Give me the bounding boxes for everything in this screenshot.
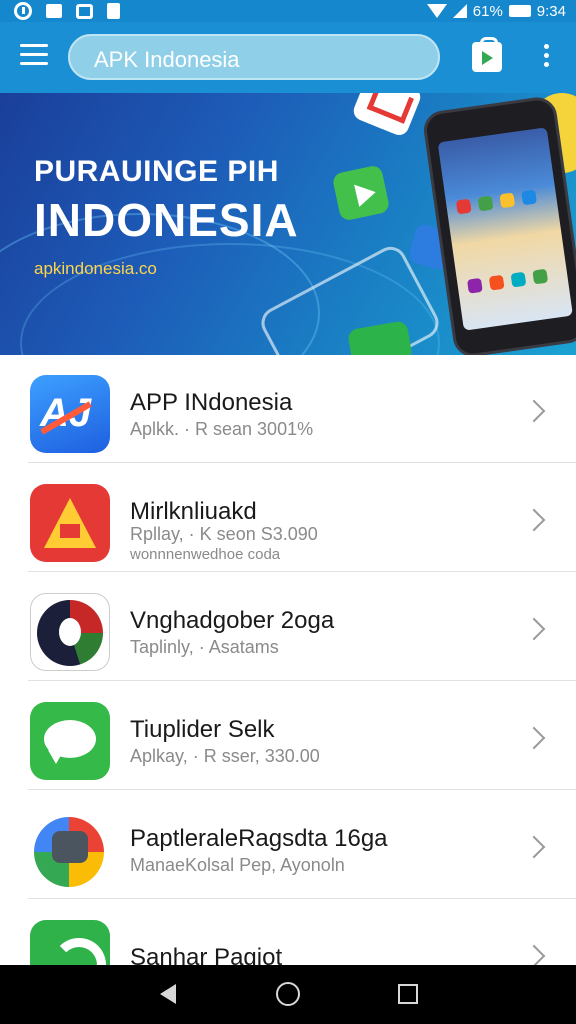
app-title: Vnghadgober 2oga <box>130 607 335 634</box>
phone-screen <box>437 127 573 331</box>
app-icon-green <box>30 920 110 965</box>
list-item[interactable]: PaptleraleRagsdta 16ga ManaeKolsal Pep, … <box>0 791 576 899</box>
phone-app-dot <box>455 198 472 215</box>
battery-percent: 61% <box>472 2 503 20</box>
floating-send-icon <box>331 164 391 222</box>
phone-app-dot <box>510 271 527 288</box>
divider <box>28 680 576 681</box>
signal-icon <box>452 4 467 18</box>
app-subtitle-secondary: wonnnenwedhoe coda <box>130 546 281 563</box>
banner-url: apkindonesia.co <box>34 259 157 278</box>
list-item[interactable]: Mirlknliuakd Rpllay, · K seon S3.090 won… <box>0 464 576 572</box>
status-bar: 61% 9:34 <box>0 0 576 22</box>
wifi-icon <box>426 4 447 18</box>
divider <box>28 898 576 899</box>
chevron-right-icon <box>522 835 546 859</box>
list-item[interactable]: Vnghadgober 2oga Taplinly, · Asatams <box>0 573 576 681</box>
clock-icon <box>14 2 32 20</box>
app-subtitle: Rpllay, · K seon S3.090 <box>130 524 318 544</box>
divider <box>28 789 576 790</box>
list-item[interactable]: Tiuplider Selk Aplkay, · R sser, 330.00 <box>0 682 576 790</box>
app-list: AJ APP INdonesia Aplkk. · R sean 3001% M… <box>0 355 576 965</box>
banner-title-line2: INDONESIA <box>34 194 299 246</box>
divider <box>28 571 576 572</box>
chevron-right-icon <box>522 944 546 965</box>
phone-app-dot <box>477 195 494 212</box>
square-icon <box>76 3 93 19</box>
app-subtitle: Taplinly, · Asatams <box>130 637 279 657</box>
banner-title-line1: PURAUINGE PIH <box>34 155 279 188</box>
list-item[interactable]: AJ APP INdonesia Aplkk. · R sean 3001% <box>0 355 576 463</box>
chevron-right-icon <box>522 617 546 641</box>
recents-icon[interactable] <box>398 984 418 1004</box>
search-text: APK Indonesia <box>94 47 240 72</box>
chevron-right-icon <box>522 399 546 423</box>
app-icon-camera <box>30 811 110 889</box>
play-store-icon[interactable] <box>472 37 502 72</box>
status-right: 61% 9:34 <box>426 0 566 22</box>
promo-banner[interactable]: PURAUINGE PIH INDONESIA apkindonesia.co <box>0 93 576 355</box>
search-bar[interactable]: APK Indonesia <box>68 34 440 80</box>
phone-app-dot <box>499 192 516 209</box>
grid-icon <box>46 4 62 18</box>
app-title: APP INdonesia <box>130 389 293 416</box>
menu-icon[interactable] <box>20 44 48 70</box>
app-subtitle: Aplkk. · R sean 3001% <box>130 419 314 439</box>
app-title: PaptleraleRagsdta 16ga <box>130 825 388 852</box>
navigation-bar <box>0 965 576 1024</box>
more-vert-icon[interactable] <box>540 44 552 72</box>
app-title: Mirlknliuakd <box>130 498 257 525</box>
app-subtitle: Aplkay, · R sser, 330.00 <box>130 746 320 766</box>
app-icon-circle-logo <box>30 593 110 671</box>
app-icon-aj: AJ <box>30 375 110 453</box>
battery-icon <box>508 5 531 17</box>
app-title: Sanhar Pagiot <box>130 944 283 965</box>
doc-icon <box>107 3 120 19</box>
app-icon-triangle <box>30 484 110 562</box>
divider <box>28 462 576 463</box>
floating-app-icon <box>350 93 424 139</box>
app-subtitle: ManaeKolsal Pep, Ayonoln <box>130 855 345 875</box>
home-icon[interactable] <box>276 982 300 1006</box>
chevron-right-icon <box>522 508 546 532</box>
phone-app-dot <box>532 268 549 285</box>
smartphone-illustration <box>421 94 576 355</box>
app-bar: APK Indonesia <box>0 22 576 93</box>
app-title: Tiuplider Selk <box>130 716 275 743</box>
chevron-right-icon <box>522 726 546 750</box>
phone-app-dot <box>466 277 483 294</box>
app-icon-chat-bubble <box>30 702 110 780</box>
clock-time: 9:34 <box>536 2 566 20</box>
phone-app-dot <box>488 274 505 291</box>
back-icon[interactable] <box>160 984 176 1004</box>
phone-app-dot <box>521 189 538 206</box>
list-item[interactable]: Sanhar Pagiot <box>0 900 576 965</box>
status-left <box>14 0 120 22</box>
